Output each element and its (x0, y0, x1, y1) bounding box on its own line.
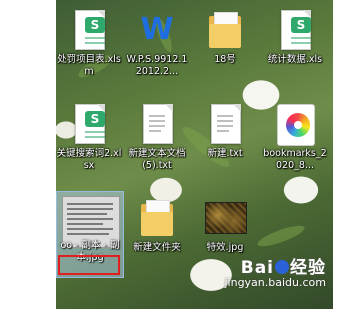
baidu-jingyan-watermark: Bai 经验 jingyan.baidu.com (224, 259, 326, 289)
icon-label: 18号 (214, 54, 236, 65)
icon-label: W.P.S.9912.12012.2... (126, 54, 188, 77)
desktop-icon-keywords-xlsx[interactable]: S 关键搜索词2.xlsx (56, 102, 122, 172)
icon-label: 关键搜索词2.xlsx (56, 148, 122, 171)
icon-label: 新建文本文档 (5).txt (128, 148, 186, 171)
desktop-icon-new-folder[interactable]: 新建文件夹 (124, 196, 190, 254)
folder-icon (205, 8, 245, 52)
desktop-icon-bookmarks[interactable]: bookmarks_2020_8... (262, 102, 328, 172)
desktop-icon-effects-jpg[interactable]: 特效.jpg (192, 196, 258, 254)
icon-label: 统计数据.xls (267, 54, 323, 65)
text-file-icon (205, 102, 245, 146)
desktop-icon-wps-installer[interactable]: W W.P.S.9912.12012.2... (124, 8, 190, 78)
desktop-icon-folder-18[interactable]: 18号 (192, 8, 258, 66)
icon-label: 新建文件夹 (133, 242, 181, 253)
icon-label: 新建.txt (207, 148, 243, 159)
red-highlight-box (58, 255, 120, 275)
spreadsheet-icon: S (291, 17, 311, 33)
watermark-brand-right: 经验 (290, 258, 326, 278)
watermark-brand-left: Bai (240, 258, 274, 278)
desktop-icon-new-text-5[interactable]: 新建文本文档 (5).txt (124, 102, 190, 172)
icon-label: bookmarks_2020_8... (263, 148, 327, 171)
baidu-paw-icon (275, 260, 289, 274)
desktop-icon-penalty-xlsm[interactable]: S 处罚项目表.xlsm (56, 8, 122, 78)
screen: S 处罚项目表.xlsm W W.P.S.9912.12012.2... 18号… (0, 0, 348, 309)
desktop-icon-new-txt[interactable]: 新建.txt (192, 102, 258, 160)
desktop-icon-stats-xls[interactable]: S 统计数据.xls (262, 8, 328, 66)
text-file-icon (137, 102, 177, 146)
image-file-icon (205, 202, 247, 234)
icon-label: 处罚项目表.xlsm (57, 54, 121, 77)
spreadsheet-icon: S (85, 17, 105, 33)
folder-icon (137, 196, 177, 240)
icon-label: 特效.jpg (206, 242, 244, 253)
watermark-url: jingyan.baidu.com (224, 276, 326, 289)
wps-icon: W (140, 12, 174, 47)
bookmark-app-icon (275, 102, 315, 146)
spreadsheet-icon: S (85, 111, 105, 127)
